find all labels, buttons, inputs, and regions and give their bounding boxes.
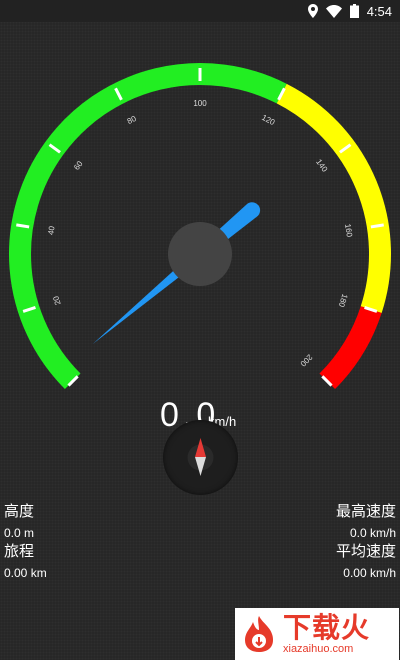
distance-label: 旅程 xyxy=(4,543,35,560)
distance-stat: 旅程 0.00 km xyxy=(4,540,47,580)
gauge-label-140: 140 xyxy=(314,158,329,175)
gauge-label-200: 200 xyxy=(298,352,314,368)
flame-logo-icon xyxy=(245,616,273,652)
watermark: 下载火 xiazaihuo.com xyxy=(235,608,399,660)
avg-speed-label: 平均速度 xyxy=(335,543,396,560)
gauge-tick xyxy=(16,223,30,229)
gauge-label-80: 80 xyxy=(126,114,139,126)
gauge-zone-1 xyxy=(276,83,391,314)
max-speed-label: 最高速度 xyxy=(335,503,396,520)
speedometer-gauge: 20 40 60 80 100 120 140 160 180 200 xyxy=(9,63,391,390)
gauge-label-180: 180 xyxy=(337,293,350,309)
max-speed-stat: 最高速度 0.0 km/h xyxy=(336,500,396,540)
altitude-value: 0.0 m xyxy=(4,526,35,540)
gauge-label-20: 20 xyxy=(51,294,62,306)
gauge-label-120: 120 xyxy=(260,113,276,127)
watermark-main: 下载火 xyxy=(283,611,371,644)
altitude-stat: 高度 0.0 m xyxy=(4,500,34,540)
distance-value: 0.00 km xyxy=(4,566,47,580)
altitude-label: 高度 xyxy=(4,503,35,520)
gauge-tick xyxy=(370,223,384,229)
watermark-sub: xiazaihuo.com xyxy=(283,643,354,655)
gauge-label-100: 100 xyxy=(193,99,207,108)
gauge-zone-2 xyxy=(319,305,382,390)
gauge-label-40: 40 xyxy=(46,225,56,236)
compass-needle-icon xyxy=(187,438,214,476)
needle-hub xyxy=(168,222,232,286)
avg-speed-value: 0.00 km/h xyxy=(343,566,396,580)
gauge-label-160: 160 xyxy=(343,223,354,238)
avg-speed-stat: 平均速度 0.00 km/h xyxy=(336,540,396,580)
max-speed-value: 0.0 km/h xyxy=(349,526,396,540)
compass xyxy=(163,420,238,495)
gauge-label-60: 60 xyxy=(72,159,85,172)
